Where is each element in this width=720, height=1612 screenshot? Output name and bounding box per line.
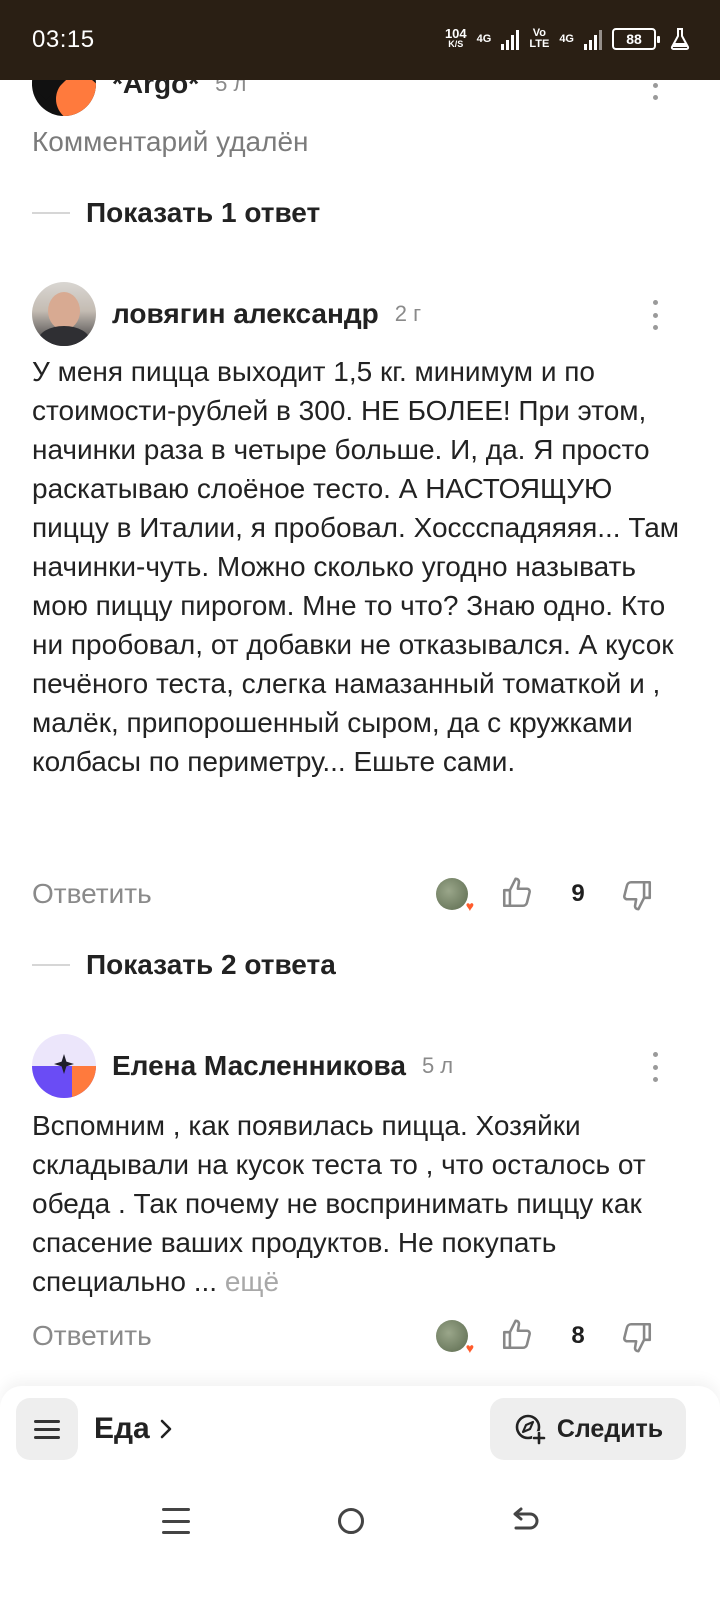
like-count: 8 — [571, 1322, 585, 1349]
home-icon[interactable] — [338, 1508, 364, 1534]
signal-icon — [584, 28, 602, 50]
battery-icon: 88 — [612, 28, 660, 50]
like-count: 9 — [571, 880, 585, 907]
comment-text: У меня пицца выходит 1,5 кг. минимум и п… — [32, 356, 680, 777]
chevron-right-icon — [160, 1419, 172, 1439]
divider — [32, 212, 70, 214]
comment-author[interactable]: ловягин александр — [112, 298, 379, 330]
thumbs-up-icon[interactable] — [500, 876, 534, 910]
liker-avatar: ♥ — [436, 878, 474, 914]
heart-icon: ♥ — [465, 898, 474, 914]
back-icon[interactable] — [510, 1506, 540, 1536]
avatar[interactable] — [32, 282, 96, 346]
show-replies-label: Показать 1 ответ — [86, 197, 321, 228]
topic-link[interactable]: Еда — [94, 1412, 174, 1446]
status-icons: 104 K/S 4G Vo LTE 4G 88 — [445, 24, 690, 54]
bottom-bar: Еда Следить — [0, 1386, 720, 1486]
volte-icon: Vo LTE — [529, 28, 549, 50]
deleted-comment-text: Комментарий удалён — [32, 126, 309, 157]
follow-button[interactable]: Следить — [490, 1398, 686, 1460]
network-speed: 104 K/S — [444, 26, 467, 50]
system-nav-bar — [0, 1486, 720, 1612]
comment-age: 2 г — [394, 301, 422, 326]
liker-avatar: ♥ — [436, 1320, 474, 1356]
volte-bottom: LTE — [529, 38, 550, 50]
battery-level: 88 — [626, 31, 642, 47]
show-replies-button[interactable]: Показать 1 ответ — [32, 196, 320, 230]
comment-author[interactable]: Елена Масленникова — [112, 1050, 406, 1082]
reply-button[interactable]: Ответить — [32, 1316, 152, 1356]
flask-icon — [670, 28, 690, 50]
more-icon[interactable] — [650, 1052, 660, 1082]
divider — [32, 964, 70, 966]
menu-button[interactable] — [16, 1398, 78, 1460]
status-time: 03:15 — [32, 26, 95, 53]
recent-apps-icon[interactable] — [162, 1508, 190, 1534]
thumbs-down-icon[interactable] — [620, 878, 654, 912]
comment-text-body: Вспомним , как появилась пицца. Хозяйки … — [32, 1110, 646, 1297]
show-replies-label: Показать 2 ответа — [86, 949, 336, 980]
status-bar: 03:15 104 K/S 4G Vo LTE 4G 88 — [0, 0, 720, 80]
comment-header: ловягин александр 2 г — [32, 282, 421, 346]
avatar[interactable] — [32, 1034, 96, 1098]
comment-actions: Ответить ♥ 8 — [32, 1316, 662, 1356]
signal-icon — [501, 28, 520, 50]
comment-header: Елена Масленникова 5 л — [32, 1034, 453, 1098]
comment-actions: Ответить ♥ 9 — [32, 874, 662, 914]
reply-button[interactable]: Ответить — [32, 874, 152, 914]
topic-label: Еда — [94, 1412, 150, 1445]
sim2-network-type: 4G — [559, 32, 574, 45]
more-icon[interactable] — [650, 300, 660, 330]
thumbs-up-icon[interactable] — [500, 1318, 534, 1352]
thumbs-down-icon[interactable] — [620, 1320, 654, 1354]
follow-plus-icon — [515, 1414, 546, 1445]
expand-text-link[interactable]: ещё — [225, 1266, 279, 1297]
sim1-network-type: 4G — [476, 32, 492, 45]
heart-icon: ♥ — [465, 1340, 474, 1356]
network-speed-value: 104 — [444, 26, 467, 41]
menu-icon — [34, 1419, 60, 1423]
comment-text: Вспомним , как появилась пицца. Хозяйки … — [32, 1106, 692, 1301]
comment-age: 5 л — [421, 1053, 454, 1078]
show-replies-button[interactable]: Показать 2 ответа — [32, 948, 336, 982]
follow-label: Следить — [556, 1414, 664, 1443]
